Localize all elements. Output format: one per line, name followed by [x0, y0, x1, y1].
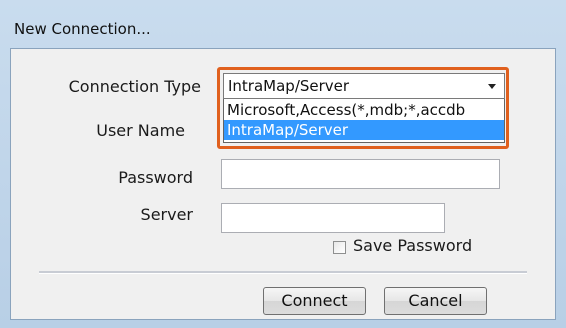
dialog-body: Connection Type User Name Password Serve… — [10, 48, 556, 320]
user-name-label: User Name — [96, 121, 185, 140]
window-title: New Connection... — [14, 20, 151, 38]
dialog-window: New Connection... Connection Type User N… — [0, 0, 566, 328]
server-field[interactable] — [221, 203, 445, 233]
password-field[interactable] — [221, 159, 500, 189]
connection-type-dropdown-list: Microsoft,Access(*,mdb;*,accdb IntraMap/… — [223, 99, 505, 143]
password-label: Password — [118, 168, 193, 187]
chevron-down-icon[interactable] — [488, 84, 496, 89]
dropdown-option-intramap-server[interactable]: IntraMap/Server — [224, 120, 504, 140]
dropdown-option-access[interactable]: Microsoft,Access(*,mdb;*,accdb — [224, 100, 504, 120]
save-password-label[interactable]: Save Password — [353, 236, 472, 255]
connection-type-selected-value: IntraMap/Server — [228, 77, 350, 95]
cancel-button[interactable]: Cancel — [384, 287, 487, 315]
divider — [39, 271, 527, 274]
connection-type-select[interactable]: IntraMap/Server — [223, 73, 505, 99]
save-password-checkbox[interactable] — [333, 241, 346, 254]
server-label: Server — [140, 205, 193, 224]
connection-type-label: Connection Type — [68, 77, 201, 96]
connect-button[interactable]: Connect — [263, 287, 366, 315]
